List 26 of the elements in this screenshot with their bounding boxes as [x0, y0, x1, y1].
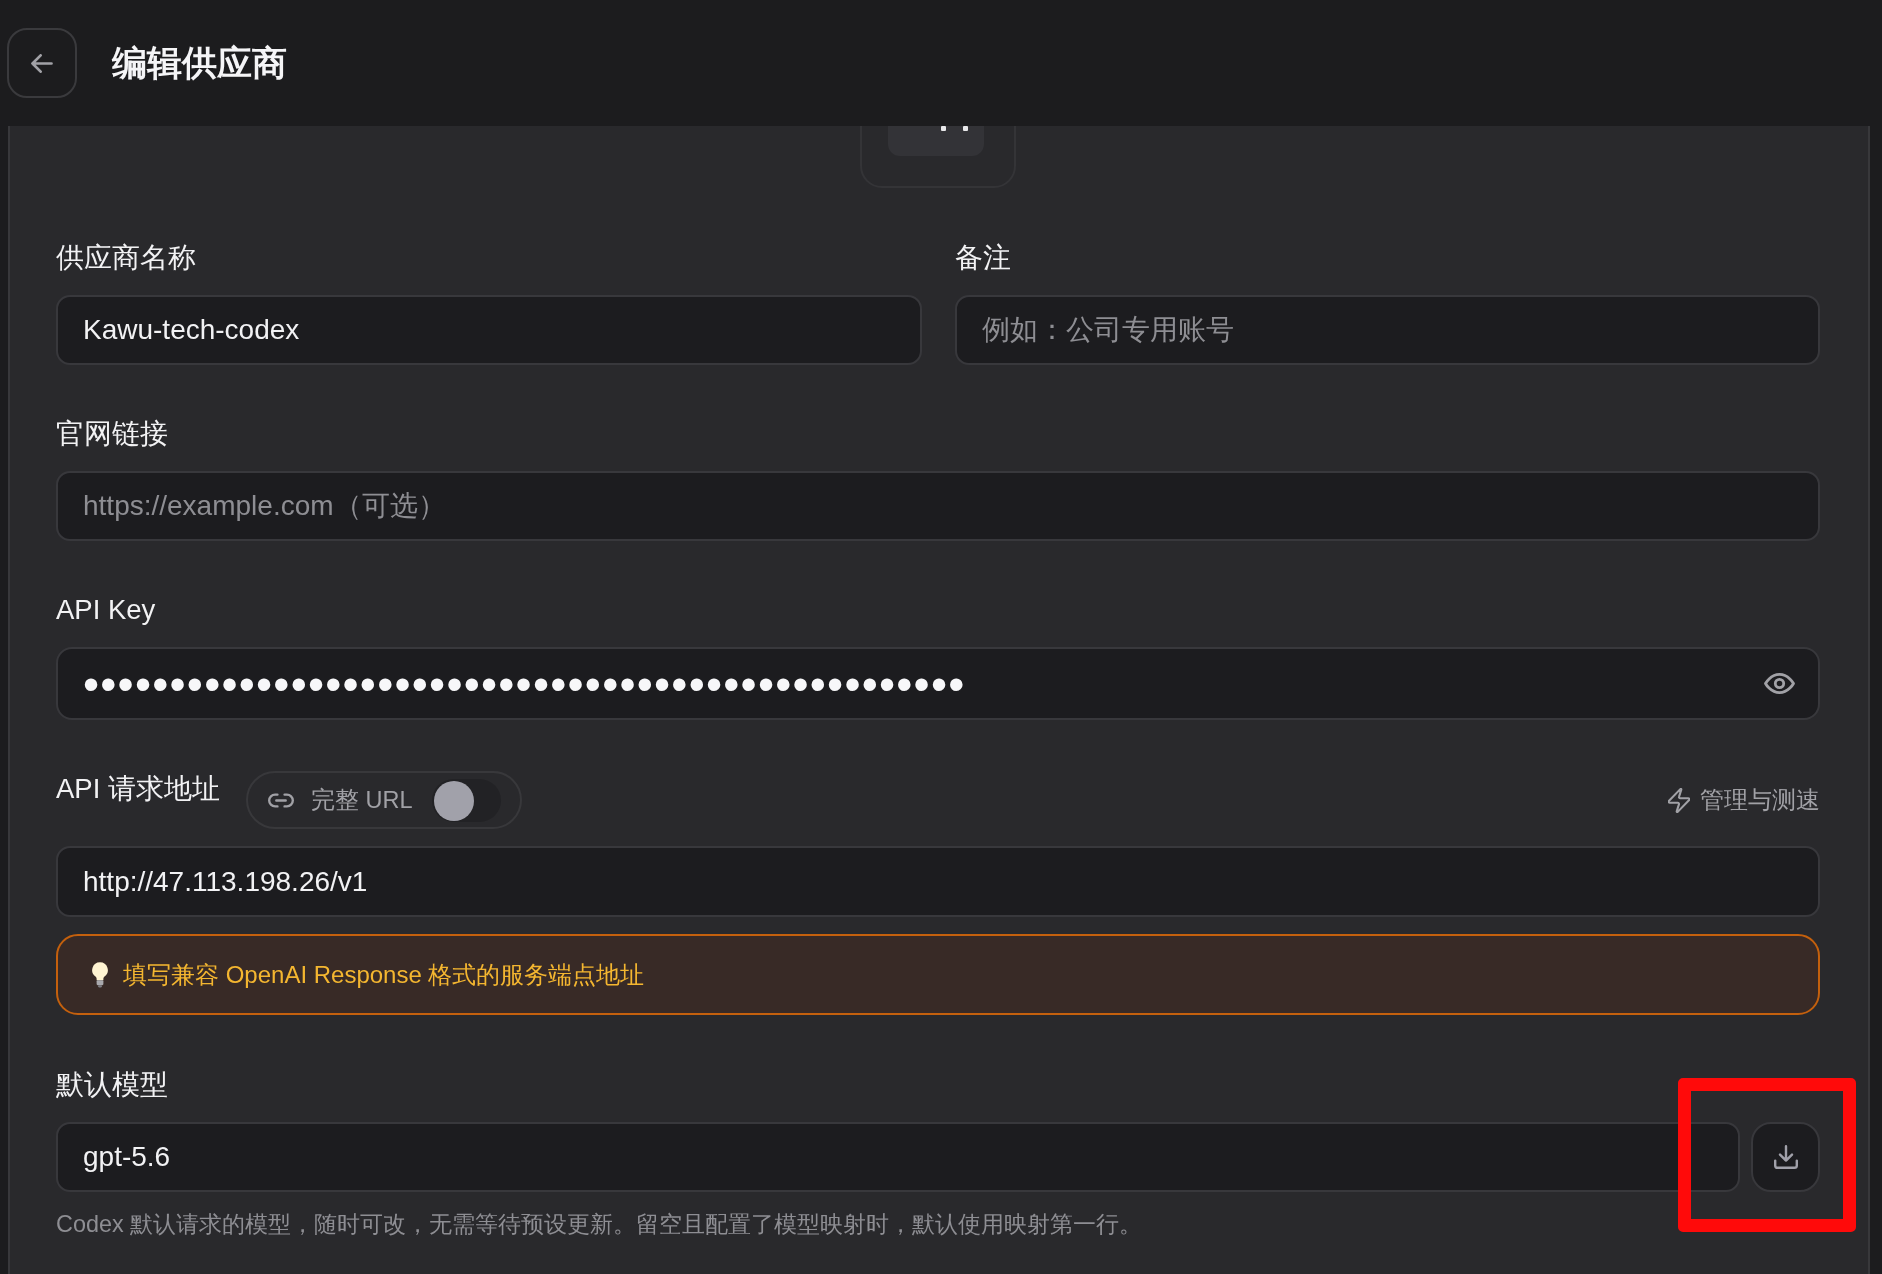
light-bulb-icon [91, 961, 109, 988]
field-label: 官网链接 [56, 417, 168, 451]
field-label: API 请求地址 [56, 772, 220, 806]
provider-name-field[interactable]: Kawu-tech-codex [56, 295, 922, 365]
api-key-field[interactable]: ••••••••••••••••••••••••••••••••••••••••••••••••••• [56, 647, 1820, 720]
toggle-switch[interactable] [431, 778, 501, 822]
help-text: Codex 默认请求的模型，随时可改，无需等待预设更新。留空且配置了模型映射时，默认使用映射第一行。 [56, 1210, 1144, 1239]
field-label: 默认模型 [56, 1068, 168, 1102]
download-button[interactable] [1751, 1122, 1820, 1192]
page-title: 编辑供应商 [112, 43, 287, 84]
download-icon [1773, 1145, 1798, 1169]
eye-icon[interactable] [1764, 673, 1795, 694]
notes-field[interactable]: 例如：公司专用账号 [954, 295, 1820, 365]
lightning-icon [1668, 787, 1690, 813]
full-url-toggle[interactable]: 完整 URL [245, 771, 522, 829]
back-arrow-icon [31, 53, 53, 73]
api-url-field[interactable]: http://47.113.198.26/v1 [56, 846, 1820, 917]
link-icon [267, 792, 294, 808]
website-field[interactable]: https://example.com（可选） [56, 471, 1820, 541]
back-button[interactable] [7, 28, 77, 98]
field-label: 备注 [954, 241, 1011, 275]
model-field[interactable]: gpt-5.6 [56, 1122, 1740, 1192]
manage-speed-test-link[interactable]: 管理与测速 [1668, 784, 1820, 816]
field-label: API Key [56, 593, 156, 627]
hint-text: 填写兼容 OpenAI Response 格式的服务端点地址 [123, 959, 645, 990]
field-label: 供应商名称 [56, 241, 196, 275]
